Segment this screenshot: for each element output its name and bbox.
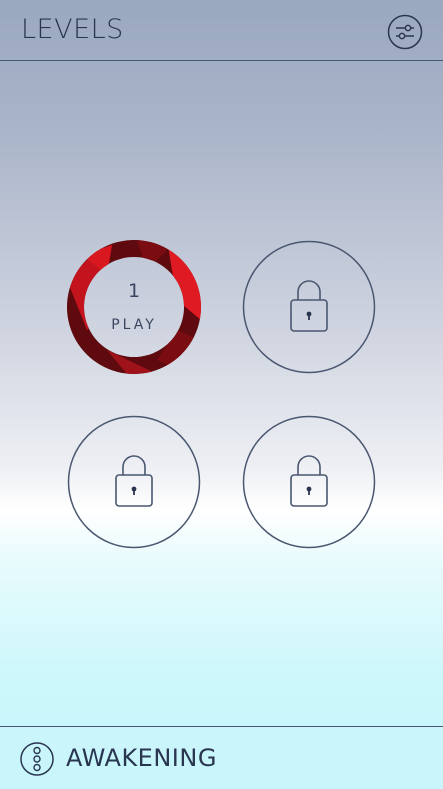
settings-button[interactable]: [387, 14, 423, 50]
level-4-button[interactable]: [242, 415, 376, 549]
three-dots-icon[interactable]: [20, 741, 54, 777]
level-3-button[interactable]: [67, 415, 201, 549]
lock-icon: [290, 280, 328, 332]
level-1-button[interactable]: 1 PLAY: [67, 240, 201, 374]
level-4-circle: [242, 415, 376, 549]
page-title: LEVELS: [21, 14, 124, 45]
footer-bar[interactable]: AWAKENING: [0, 726, 443, 789]
level-number: 1: [127, 280, 141, 302]
level-2-button[interactable]: [242, 240, 376, 374]
level-1-ring: [67, 240, 201, 374]
lock-icon: [290, 455, 328, 507]
play-label: PLAY: [111, 317, 157, 333]
world-name: AWAKENING: [66, 744, 217, 772]
sliders-icon: [387, 14, 423, 50]
level-2-circle: [242, 240, 376, 374]
lock-icon: [115, 455, 153, 507]
level-3-circle: [67, 415, 201, 549]
header-bar: LEVELS: [0, 0, 443, 61]
